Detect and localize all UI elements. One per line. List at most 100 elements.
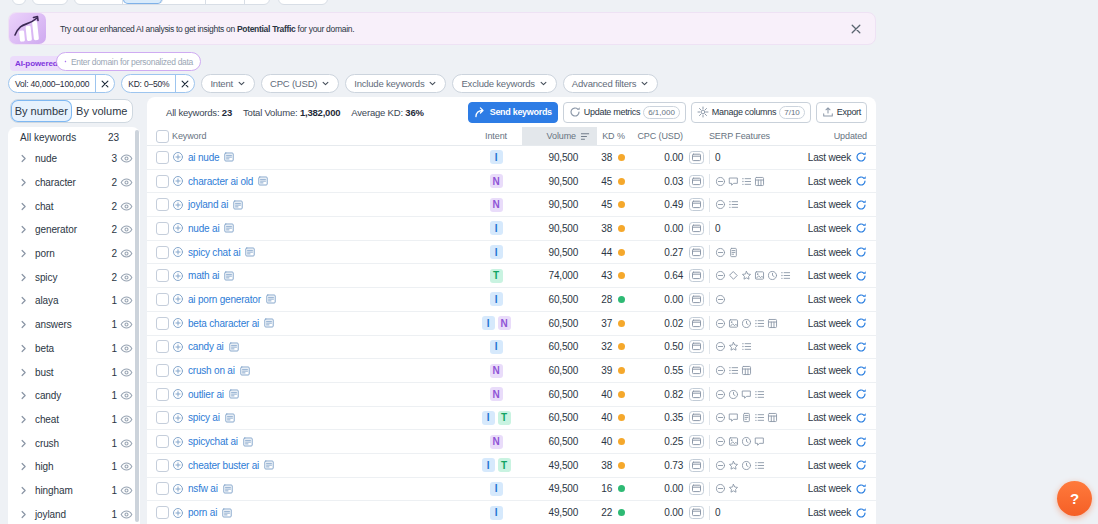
hide-group-icon[interactable]: [120, 176, 133, 189]
row-checkbox[interactable]: [156, 411, 169, 424]
refresh-metrics-icon[interactable]: [855, 388, 867, 400]
refresh-metrics-icon[interactable]: [855, 341, 867, 353]
keyword-link[interactable]: outlier ai: [188, 389, 224, 400]
add-keyword-icon[interactable]: [172, 436, 184, 448]
keyword-link[interactable]: cheater buster ai: [188, 460, 259, 471]
keyword-group-spicy[interactable]: spicy2: [8, 265, 140, 289]
hide-group-icon[interactable]: [120, 247, 133, 260]
advanced-filters-dropdown[interactable]: Advanced filters: [563, 74, 658, 93]
keyword-link[interactable]: joyland ai: [188, 199, 228, 210]
refresh-metrics-icon[interactable]: [855, 199, 867, 211]
tab-phrase-match[interactable]: [163, 0, 206, 4]
header-updated[interactable]: Updated: [790, 127, 876, 145]
keyword-group-beta[interactable]: beta1: [8, 337, 140, 361]
row-checkbox[interactable]: [156, 246, 169, 259]
add-keyword-icon[interactable]: [172, 459, 184, 471]
row-checkbox[interactable]: [156, 317, 169, 330]
expand-group-icon[interactable]: [18, 224, 29, 235]
expand-group-icon[interactable]: [18, 485, 29, 496]
refresh-metrics-icon[interactable]: [855, 175, 867, 187]
keyword-group-character[interactable]: character2: [8, 171, 140, 195]
refresh-metrics-icon[interactable]: [855, 270, 867, 282]
keyword-link[interactable]: spicy chat ai: [188, 247, 240, 258]
keyword-group-generator[interactable]: generator2: [8, 218, 140, 242]
header-volume[interactable]: Volume: [522, 127, 597, 145]
all-keywords-group[interactable]: All keywords 23: [8, 127, 140, 147]
keyword-group-answers[interactable]: answers1: [8, 313, 140, 337]
hide-group-icon[interactable]: [120, 460, 133, 473]
keyword-link[interactable]: crush on ai: [188, 365, 235, 376]
expand-group-icon[interactable]: [18, 438, 29, 449]
analyze-serp-icon[interactable]: [689, 435, 704, 448]
header-keyword[interactable]: Keyword: [172, 127, 470, 145]
refresh-metrics-icon[interactable]: [855, 293, 867, 305]
analyze-serp-icon[interactable]: [689, 388, 704, 401]
tab-exact-match[interactable]: [206, 0, 246, 4]
hide-group-icon[interactable]: [120, 342, 133, 355]
keyword-link[interactable]: spicy ai: [188, 412, 220, 423]
row-checkbox[interactable]: [156, 435, 169, 448]
keyword-group-candy[interactable]: candy1: [8, 384, 140, 408]
row-checkbox[interactable]: [156, 506, 169, 519]
keyword-details-icon[interactable]: [224, 412, 236, 424]
row-checkbox[interactable]: [156, 364, 169, 377]
hide-group-icon[interactable]: [120, 152, 133, 165]
analyze-serp-icon[interactable]: [689, 175, 704, 188]
analyze-serp-icon[interactable]: [689, 293, 704, 306]
keyword-details-icon[interactable]: [228, 341, 240, 353]
row-checkbox[interactable]: [156, 293, 169, 306]
add-keyword-icon[interactable]: [172, 293, 184, 305]
header-kd[interactable]: KD %: [597, 127, 630, 145]
add-keyword-icon[interactable]: [172, 507, 184, 519]
header-cpc[interactable]: CPC (USD): [630, 127, 686, 145]
include-keywords-dropdown[interactable]: Include keywords: [345, 74, 446, 93]
tab-broad-match[interactable]: [123, 0, 164, 4]
analyze-serp-icon[interactable]: [689, 364, 704, 377]
row-checkbox[interactable]: [156, 151, 169, 164]
expand-group-icon[interactable]: [18, 390, 29, 401]
refresh-metrics-icon[interactable]: [855, 246, 867, 258]
keyword-link[interactable]: ai porn generator: [188, 294, 261, 305]
keyword-group-porn[interactable]: porn2: [8, 242, 140, 266]
header-intent[interactable]: Intent: [470, 127, 522, 145]
banner-close-icon[interactable]: [847, 20, 865, 38]
header-serp-features[interactable]: SERP Features: [686, 127, 790, 145]
expand-group-icon[interactable]: [18, 367, 29, 378]
analyze-serp-icon[interactable]: [689, 317, 704, 330]
add-keyword-icon[interactable]: [172, 151, 184, 163]
keyword-details-icon[interactable]: [257, 175, 269, 187]
keyword-details-icon[interactable]: [265, 293, 277, 305]
hide-group-icon[interactable]: [120, 366, 133, 379]
refresh-metrics-icon[interactable]: [855, 317, 867, 329]
keyword-link[interactable]: beta character ai: [188, 318, 259, 329]
hide-group-icon[interactable]: [120, 200, 133, 213]
expand-group-icon[interactable]: [18, 414, 29, 425]
expand-group-icon[interactable]: [18, 509, 29, 520]
send-keywords-button[interactable]: Send keywords: [468, 102, 558, 123]
export-button[interactable]: Export: [816, 102, 867, 123]
refresh-metrics-icon[interactable]: [855, 483, 867, 495]
row-checkbox[interactable]: [156, 459, 169, 472]
keyword-details-icon[interactable]: [263, 317, 275, 329]
add-keyword-icon[interactable]: [172, 412, 184, 424]
keyword-details-icon[interactable]: [223, 222, 235, 234]
row-checkbox[interactable]: [156, 269, 169, 282]
keyword-link[interactable]: nsfw ai: [188, 483, 218, 494]
row-checkbox[interactable]: [156, 175, 169, 188]
hide-group-icon[interactable]: [120, 389, 133, 402]
keyword-details-icon[interactable]: [222, 483, 234, 495]
keyword-group-hingham[interactable]: hingham1: [8, 479, 140, 503]
intent-filter-dropdown[interactable]: Intent: [201, 74, 255, 93]
hide-group-icon[interactable]: [120, 508, 133, 521]
add-keyword-icon[interactable]: [172, 365, 184, 377]
expand-group-icon[interactable]: [18, 319, 29, 330]
keyword-details-icon[interactable]: [239, 365, 251, 377]
keyword-link[interactable]: spicychat ai: [188, 436, 238, 447]
analyze-serp-icon[interactable]: [689, 269, 704, 282]
add-keyword-icon[interactable]: [172, 483, 184, 495]
analyze-serp-icon[interactable]: [689, 506, 704, 519]
analyze-serp-icon[interactable]: [689, 411, 704, 424]
languages-dropdown[interactable]: [278, 0, 328, 5]
manage-columns-button[interactable]: Manage columns 7/10: [691, 102, 811, 123]
analyze-serp-icon[interactable]: [689, 198, 704, 211]
